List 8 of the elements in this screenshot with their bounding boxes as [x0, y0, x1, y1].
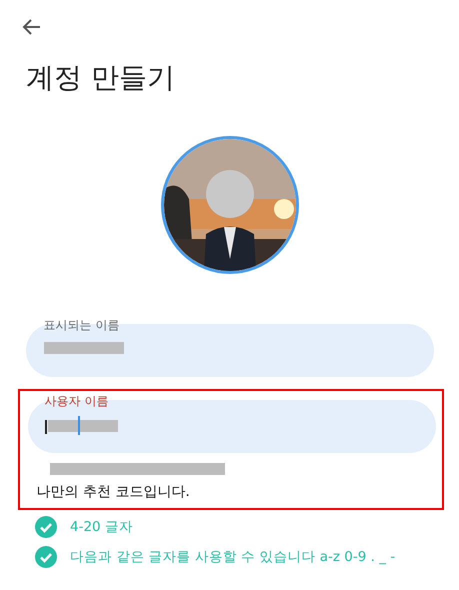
field-label: 표시되는 이름: [44, 318, 120, 332]
requirement-text: 다음과 같은 글자를 사용할 수 있습니다 a-z 0-9 . _ -: [70, 548, 396, 566]
page-title: 계정 만들기: [26, 60, 176, 96]
requirement-text: 4-20 글자: [70, 518, 133, 536]
field-label: 사용자 이름: [44, 394, 108, 408]
hint-text: 나만의 추천 코드입니다.: [36, 483, 190, 501]
back-arrow-icon[interactable]: [21, 18, 41, 36]
selection-handle: [78, 416, 80, 435]
